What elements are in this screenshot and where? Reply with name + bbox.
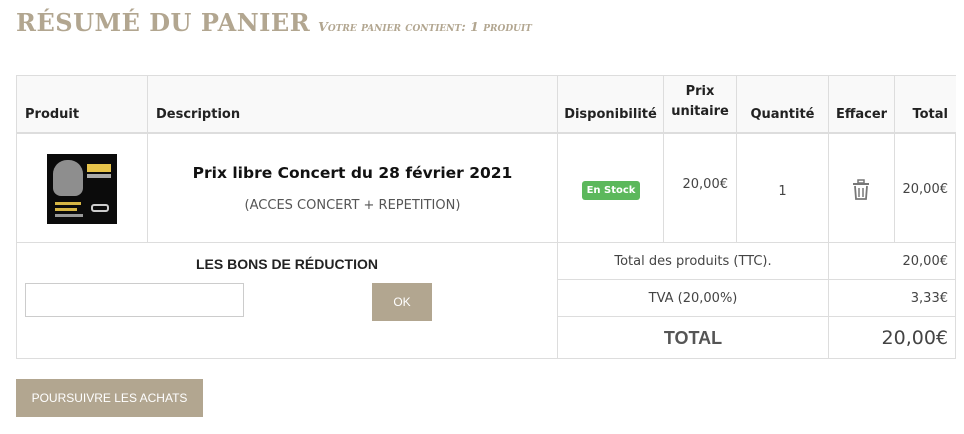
quantity-value[interactable]: 1 — [737, 184, 828, 199]
tax-label: TVA (20,00%) — [558, 280, 829, 317]
column-header-description: Description — [148, 76, 558, 134]
column-header-total: Total — [895, 76, 956, 134]
products-total-label: Total des produits (TTC). — [558, 243, 829, 280]
products-total-value: 20,00€ — [829, 243, 956, 280]
trash-icon[interactable] — [851, 179, 871, 205]
apply-voucher-button[interactable]: OK — [372, 283, 432, 321]
table-row-product-cell — [17, 134, 148, 243]
voucher-title: LES BONS DE RÉDUCTION — [195, 256, 378, 272]
table-row-delete-cell — [829, 134, 895, 243]
cart-heading: RÉSUMÉ DU PANIER Votre panier contient: … — [16, 8, 532, 37]
table-row-availability-cell: En Stock — [558, 134, 664, 243]
voucher-code-input[interactable] — [25, 283, 244, 317]
grand-total-value: 20,00€ — [881, 327, 948, 349]
cart-count-subtitle: Votre panier contient: 1 produit — [318, 19, 532, 34]
grand-total-label: TOTAL — [558, 317, 829, 359]
product-details: (ACCES CONCERT + REPETITION) — [244, 198, 461, 213]
row-total: 20,00€ — [902, 182, 949, 197]
continue-shopping-button[interactable]: POURSUIVRE LES ACHATS — [16, 379, 203, 417]
column-header-quantity: Quantité — [737, 76, 829, 134]
table-row-description-cell: Prix libre Concert du 28 février 2021 (A… — [148, 134, 558, 243]
column-header-unit-price-line2: unitaire — [671, 104, 729, 119]
product-name-link[interactable]: Prix libre Concert du 28 février 2021 — [148, 164, 557, 182]
page-title: RÉSUMÉ DU PANIER — [16, 8, 311, 37]
column-header-delete: Effacer — [829, 76, 895, 134]
table-row-unit-price-cell: 20,00€ — [664, 134, 737, 243]
column-header-product: Produit — [17, 76, 148, 134]
product-image[interactable] — [47, 154, 117, 224]
column-header-unit-price: Prix unitaire — [664, 76, 737, 134]
column-header-availability: Disponibilité — [558, 76, 664, 134]
column-header-unit-price-line1: Prix — [685, 84, 715, 99]
table-row-quantity-cell: 1 — [737, 134, 829, 243]
table-row-total-cell: 20,00€ — [895, 134, 956, 243]
status-badge: En Stock — [582, 181, 640, 200]
tax-value: 3,33€ — [829, 280, 956, 317]
unit-price: 20,00€ — [682, 177, 729, 192]
